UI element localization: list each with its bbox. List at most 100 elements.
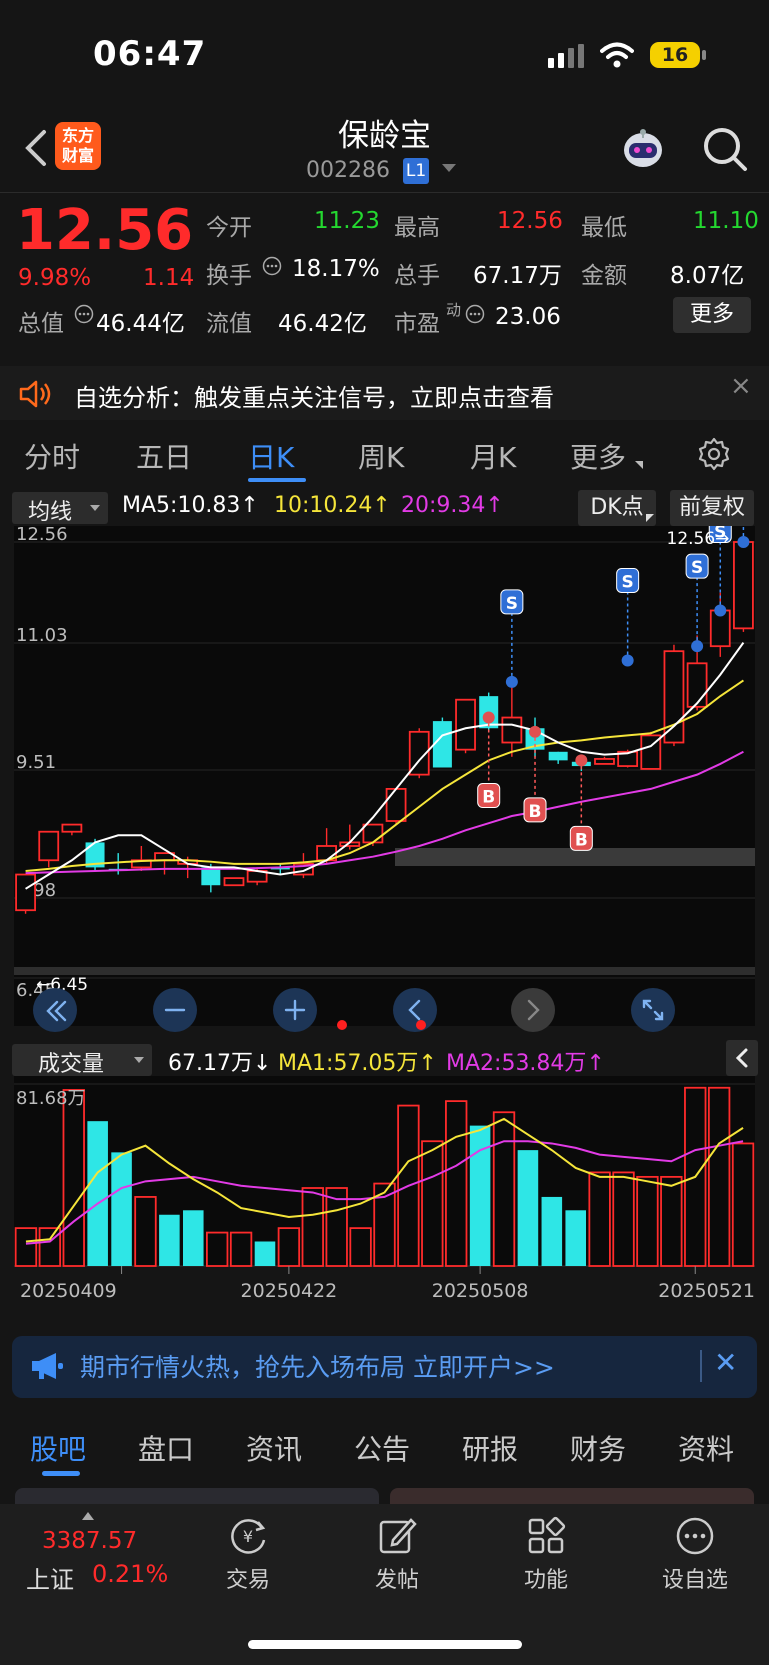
tab-weekly-k[interactable]: 周K	[358, 436, 404, 476]
dk-point-button[interactable]: DK点	[578, 490, 656, 526]
step-left-control[interactable]	[393, 988, 437, 1032]
open-label: 今开	[206, 215, 252, 241]
candle-body	[663, 650, 685, 744]
volume-bar	[301, 1187, 324, 1267]
index-name[interactable]: 上证	[26, 1560, 74, 1595]
signal-dot	[482, 711, 495, 724]
tab-more[interactable]: 更多	[570, 436, 626, 476]
candle-body	[432, 721, 452, 768]
status-time: 06:47	[93, 34, 207, 74]
volume-ma2-value: MA2:53.84万	[446, 1051, 587, 1076]
change-amount: 1.14	[143, 265, 195, 291]
change-percent: 9.98%	[18, 265, 92, 291]
tab-order-book[interactable]: 盘口	[138, 1428, 194, 1468]
nav-trade[interactable]: ¥ 交易	[198, 1514, 298, 1594]
tab-intraday[interactable]: 分时	[24, 436, 80, 476]
active-tab-indicator	[248, 478, 306, 482]
up-arrow-icon: ↑	[485, 493, 504, 518]
x-tick-label: 20250508	[432, 1280, 529, 1302]
divider	[0, 192, 769, 193]
ma10-legend: 10:10.24↑	[274, 493, 391, 518]
price-adjust-button[interactable]: 前复权	[670, 490, 754, 526]
search-icon[interactable]	[700, 124, 750, 174]
tab-financials[interactable]: 财务	[570, 1428, 626, 1468]
kline-chart[interactable]: 12.5611.039.517.986.45SSSSSBBB12.56→←6.4…	[0, 526, 769, 1038]
volume-ma1-legend: MA1:57.05万↑	[278, 1045, 437, 1077]
chevron-down-icon	[90, 505, 100, 511]
volume-select-label: 成交量	[38, 1052, 105, 1077]
tab-five-day[interactable]: 五日	[136, 436, 192, 476]
tab-forum[interactable]: 股吧	[30, 1428, 86, 1468]
float-cap-label: 流值	[206, 311, 252, 337]
ma5-value: MA5:10.83	[122, 493, 241, 518]
candle-body	[61, 823, 83, 833]
signal-dot	[714, 604, 727, 617]
tab-monthly-k[interactable]: 月K	[470, 436, 516, 476]
more-dots-icon[interactable]	[74, 304, 94, 324]
max-price-label: 12.56→	[667, 529, 730, 549]
volume-last-legend: 67.17万↓	[168, 1045, 271, 1077]
announcement-text[interactable]: 自选分析：触发重点关注信号，立即点击查看	[74, 378, 554, 413]
index-value[interactable]: 3387.57	[42, 1528, 137, 1554]
volume-bar	[134, 1196, 157, 1267]
volume-ma2-legend: MA2:53.84万↑	[446, 1045, 605, 1077]
turnover-value: 18.17%	[292, 256, 380, 282]
promo-text[interactable]: 期市行情火热，抢先入场布局 立即开户>>	[80, 1348, 555, 1384]
more-button[interactable]: 更多	[673, 297, 751, 333]
indicator-select[interactable]: 均线	[12, 492, 108, 525]
nav-add-watchlist[interactable]: 设自选	[645, 1514, 745, 1594]
more-dots-icon[interactable]	[465, 304, 485, 324]
low-label: 最低	[581, 215, 627, 241]
tab-profile[interactable]: 资料	[678, 1428, 734, 1468]
signal-dot	[621, 654, 634, 667]
step-right-control[interactable]	[511, 988, 555, 1032]
svg-text:¥: ¥	[243, 1527, 253, 1546]
turnover-label: 换手	[206, 263, 252, 289]
candle-body	[594, 758, 615, 765]
nav-functions[interactable]: 功能	[496, 1514, 596, 1594]
volume-y-max-label: 81.68万	[16, 1088, 86, 1109]
chevron-left-icon	[735, 1048, 748, 1068]
float-cap-value: 46.42亿	[278, 311, 367, 337]
trade-icon: ¥	[231, 1519, 266, 1554]
close-icon[interactable]: ×	[730, 371, 752, 401]
x-tick-label: 20250521	[658, 1280, 755, 1302]
index-change[interactable]: 0.21%	[92, 1560, 168, 1588]
page-dot	[416, 1020, 426, 1030]
robot-assistant-icon[interactable]	[620, 126, 666, 172]
stock-code[interactable]: 002286	[306, 158, 390, 183]
pan-left-control[interactable]	[33, 988, 77, 1032]
volume-indicator-select[interactable]: 成交量	[12, 1044, 152, 1077]
up-arrow-icon: ↑	[240, 493, 259, 518]
gear-icon[interactable]	[696, 436, 732, 472]
close-icon[interactable]: ✕	[714, 1346, 737, 1379]
volume-bar	[159, 1214, 180, 1266]
signal-dot	[691, 640, 704, 653]
volume-ma1-value: MA1:57.05万	[278, 1051, 419, 1076]
zoom-in-control[interactable]	[273, 988, 317, 1032]
more-dots-icon[interactable]	[262, 256, 282, 276]
tab-notices[interactable]: 公告	[354, 1428, 410, 1468]
volume-bar	[14, 1227, 38, 1267]
ma5-legend: MA5:10.83↑	[122, 493, 259, 518]
volume-bar	[349, 1227, 372, 1267]
volume-bar	[254, 1241, 276, 1266]
megaphone-icon	[32, 1353, 63, 1379]
signal-label: B	[575, 830, 588, 850]
up-arrow-icon: ↑	[586, 1051, 605, 1076]
volume-bar	[62, 1089, 85, 1267]
volume-bar	[636, 1175, 659, 1267]
wifi-icon	[600, 42, 634, 68]
expand-up-icon[interactable]	[82, 1512, 94, 1520]
signal-label: S	[691, 558, 703, 578]
collapse-panel-button[interactable]	[726, 1040, 758, 1076]
control-circle	[511, 988, 555, 1032]
fullscreen-control[interactable]	[631, 988, 675, 1032]
zoom-out-control[interactable]	[153, 988, 197, 1032]
tab-research[interactable]: 研报	[462, 1428, 518, 1468]
tab-daily-k[interactable]: 日K	[248, 436, 294, 476]
chevron-down-icon[interactable]	[442, 164, 456, 172]
tab-news[interactable]: 资讯	[246, 1428, 302, 1468]
volume-chart[interactable]: 81.68万 20250409 20250422 20250508 20250521	[0, 1076, 769, 1316]
nav-post[interactable]: 发帖	[347, 1514, 447, 1594]
